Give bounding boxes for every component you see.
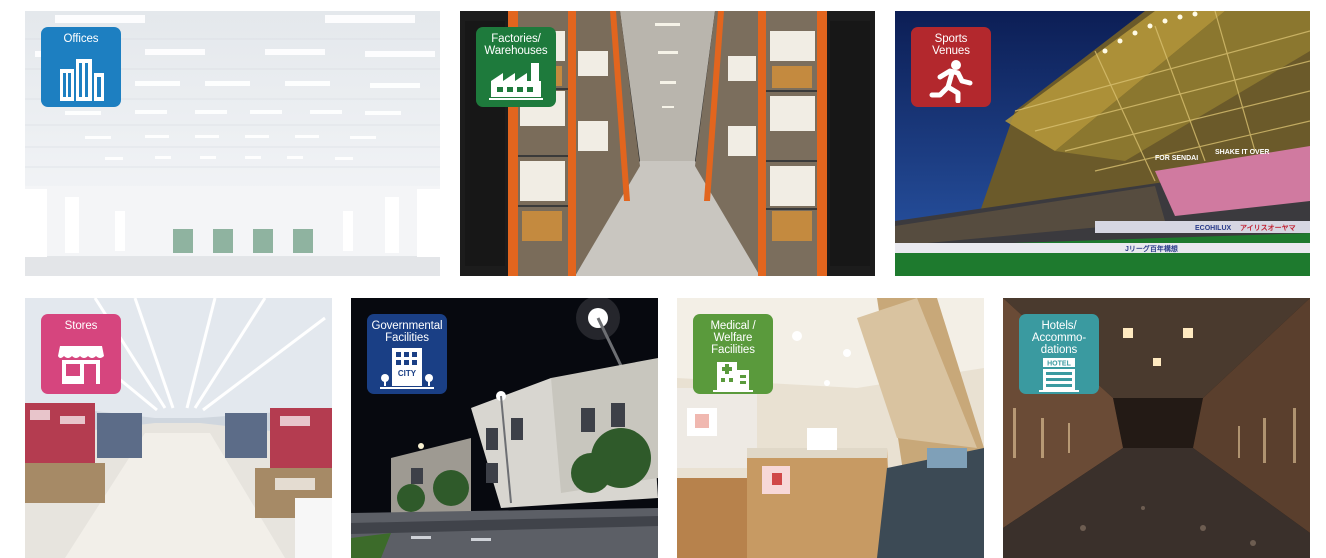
government-photo-tile: Governmental Facilities CITY [351, 298, 658, 558]
badge-hotels: Hotels/ Accommo- dations HOTEL [1019, 314, 1099, 394]
hotels-photo-tile: Hotels/ Accommo- dations HOTEL [1003, 298, 1310, 558]
office-buildings-icon [60, 59, 104, 101]
offices-photo-tile: Offices [25, 11, 440, 276]
stadium-sign-1: FOR SENDAI [1155, 155, 1198, 162]
badge-label-government: Governmental Facilities [371, 320, 443, 344]
badge-factories: Factories/ Warehouses [476, 27, 556, 107]
badge-government: Governmental Facilities CITY [367, 314, 447, 394]
stadium-sign-2: SHAKE IT OVER [1215, 149, 1269, 156]
badge-stores: Stores [41, 314, 121, 394]
running-person-icon [929, 60, 973, 103]
badge-label-medical: Medical / Welfare Facilities [710, 320, 756, 356]
badge-label-stores: Stores [64, 320, 98, 332]
badge-label-offices: Offices [63, 33, 99, 45]
storefront-icon [58, 346, 104, 384]
hospital-icon [713, 362, 753, 392]
stores-photo-tile: Stores [25, 298, 332, 558]
hotel-icon-text: HOTEL [1047, 361, 1071, 368]
badge-label-hotels: Hotels/ Accommo- dations [1031, 320, 1087, 356]
badge-sports: Sports Venues [911, 27, 991, 107]
badge-offices: Offices [41, 27, 121, 107]
stadium-sign-5: Jリーグ百年構想 [1125, 244, 1178, 253]
factories-photo-tile: Factories/ Warehouses [460, 11, 875, 276]
sports-photo-tile: FOR SENDAI SHAKE IT OVER ECOHILUX アイリスオー… [895, 11, 1310, 276]
stadium-sign-3: ECOHILUX [1195, 225, 1232, 232]
hotel-building-icon: HOTEL [1039, 358, 1079, 392]
city-icon-text: CITY [398, 369, 417, 378]
factory-icon [489, 63, 543, 100]
badge-label-factories: Factories/ Warehouses [484, 33, 548, 57]
badge-label-sports: Sports Venues [932, 33, 970, 57]
badge-medical: Medical / Welfare Facilities [693, 314, 773, 394]
stadium-sign-4: アイリスオーヤマ [1240, 224, 1296, 232]
city-hall-icon: CITY [380, 348, 434, 389]
medical-photo-tile: Medical / Welfare Facilities [677, 298, 984, 558]
